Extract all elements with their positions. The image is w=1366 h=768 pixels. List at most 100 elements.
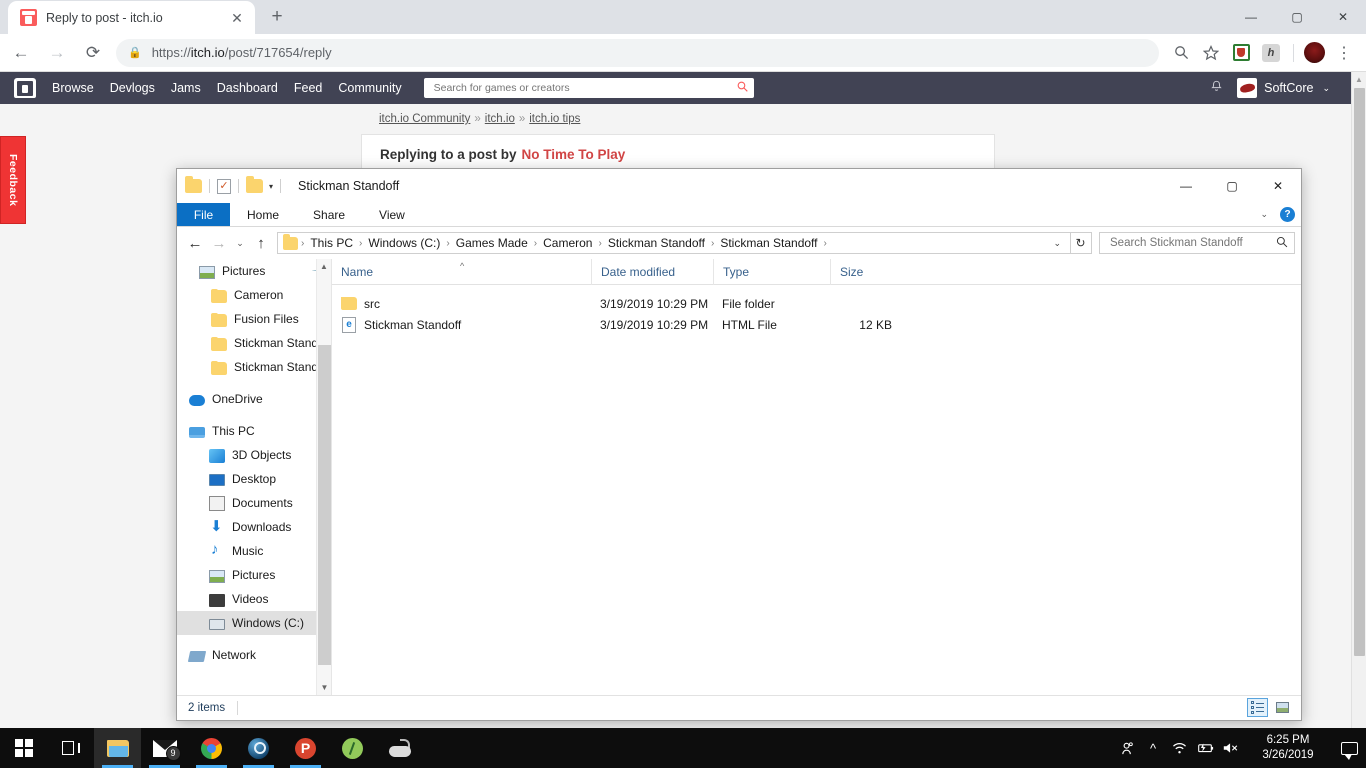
start-button[interactable]	[0, 728, 47, 768]
recent-locations-icon[interactable]: ⌄	[231, 231, 249, 255]
explorer-search-box[interactable]	[1099, 232, 1295, 254]
site-search-box[interactable]	[423, 78, 754, 98]
steam-button[interactable]	[235, 728, 282, 768]
notification-bell-icon[interactable]	[1210, 80, 1223, 97]
reload-icon[interactable]: ⟳	[78, 38, 108, 68]
mail-button[interactable]: 9	[141, 728, 188, 768]
new-folder-icon[interactable]	[246, 176, 263, 193]
browser-tab[interactable]: Reply to post - itch.io ✕	[8, 1, 255, 34]
breadcrumb-path-bar[interactable]: › This PC › Windows (C:) › Games Made › …	[277, 232, 1071, 254]
nav-link-devlogs[interactable]: Devlogs	[110, 81, 155, 95]
tab-home[interactable]: Home	[230, 203, 296, 226]
file-explorer-button[interactable]	[94, 728, 141, 768]
forward-icon[interactable]: →	[42, 38, 72, 68]
chrome-menu-icon[interactable]: ⋮	[1330, 39, 1358, 67]
crumb-stickman-standoff-1[interactable]: Stickman Standoff	[605, 236, 708, 250]
taskbar-clock[interactable]: 6:25 PM 3/26/2019	[1244, 728, 1332, 768]
file-list-view[interactable]: Name ^ Date modified Type Size src 3/19/…	[332, 258, 1301, 695]
explorer-title-bar[interactable]: ✓ ▾ Stickman Standoff — ▢ ✕	[177, 169, 1301, 203]
sidebar-item-fusion-files[interactable]: Fusion Files	[177, 307, 331, 331]
navigation-pane-scrollbar[interactable]: ▲ ▼	[316, 259, 331, 695]
task-view-button[interactable]	[47, 728, 94, 768]
chevron-down-icon[interactable]: ⌄	[1260, 209, 1268, 220]
sidebar-item-windows-c[interactable]: Windows (C:)	[177, 611, 331, 635]
nav-link-feed[interactable]: Feed	[294, 81, 323, 95]
user-name-label[interactable]: SoftCore	[1264, 81, 1313, 95]
close-icon[interactable]: ✕	[227, 8, 247, 28]
new-tab-button[interactable]: +	[263, 3, 291, 31]
maximize-icon[interactable]: ▢	[1274, 0, 1320, 34]
crumb-stickman-standoff-2[interactable]: Stickman Standoff	[717, 236, 820, 250]
sidebar-item-stickman-standoff-1[interactable]: Stickman Standoff	[177, 331, 331, 355]
nav-link-browse[interactable]: Browse	[52, 81, 94, 95]
tab-view[interactable]: View	[362, 203, 422, 226]
battery-icon[interactable]	[1192, 728, 1218, 768]
help-icon[interactable]: ?	[1280, 207, 1295, 222]
paint-dot-net-button[interactable]: P	[282, 728, 329, 768]
breadcrumb-item-community[interactable]: itch.io Community	[379, 113, 470, 125]
sidebar-item-documents[interactable]: Documents	[177, 491, 331, 515]
scroll-down-icon[interactable]: ▼	[317, 680, 331, 695]
scroll-up-icon[interactable]: ▲	[1352, 72, 1366, 86]
volume-muted-icon[interactable]	[1218, 728, 1244, 768]
tab-file[interactable]: File	[177, 203, 230, 226]
minimize-icon[interactable]: —	[1228, 0, 1274, 34]
h-extension-icon[interactable]: h	[1257, 39, 1285, 67]
action-center-button[interactable]	[1332, 728, 1366, 768]
forward-icon[interactable]: →	[207, 231, 231, 255]
gamepad-app-button[interactable]	[376, 728, 423, 768]
search-input[interactable]	[431, 81, 737, 95]
sidebar-item-music[interactable]: Music	[177, 539, 331, 563]
minimize-icon[interactable]: —	[1163, 169, 1209, 203]
profile-avatar[interactable]	[1300, 39, 1328, 67]
large-icons-view-icon[interactable]	[1272, 698, 1293, 717]
show-hidden-icons-icon[interactable]: ^	[1140, 728, 1166, 768]
sidebar-item-downloads[interactable]: Downloads	[177, 515, 331, 539]
breadcrumb-item-itchio[interactable]: itch.io	[485, 113, 515, 125]
sidebar-item-3d-objects[interactable]: 3D Objects	[177, 443, 331, 467]
ublock-extension-icon[interactable]	[1227, 39, 1255, 67]
search-icon[interactable]	[1167, 39, 1195, 67]
column-header-date-modified[interactable]: Date modified	[591, 258, 713, 285]
table-row[interactable]: src 3/19/2019 10:29 PM File folder	[332, 293, 1301, 314]
sidebar-item-onedrive[interactable]: OneDrive	[177, 387, 331, 411]
sidebar-item-pictures-quick[interactable]: Pictures 📌	[177, 259, 331, 283]
crumb-windows-c[interactable]: Windows (C:)	[365, 236, 443, 250]
reply-author-link[interactable]: No Time To Play	[522, 147, 626, 162]
refresh-icon[interactable]: ↻	[1070, 232, 1092, 254]
feedback-tab-button[interactable]: Feedback	[0, 136, 26, 224]
sidebar-item-cameron[interactable]: Cameron	[177, 283, 331, 307]
column-header-size[interactable]: Size	[830, 258, 904, 285]
address-bar[interactable]: 🔒 https://itch.io/post/717654/reply	[116, 38, 1159, 67]
back-icon[interactable]: ←	[183, 231, 207, 255]
itch-io-logo[interactable]	[14, 78, 36, 98]
breadcrumb-item-tips[interactable]: itch.io tips	[529, 113, 580, 125]
close-icon[interactable]: ✕	[1320, 0, 1366, 34]
scrollbar-thumb[interactable]	[1354, 88, 1365, 656]
folder-icon[interactable]	[185, 176, 202, 193]
close-icon[interactable]: ✕	[1255, 169, 1301, 203]
sidebar-item-this-pc[interactable]: This PC	[177, 419, 331, 443]
chevron-down-icon[interactable]: ▾	[269, 182, 273, 191]
crumb-this-pc[interactable]: This PC	[307, 236, 356, 250]
sidebar-item-pictures[interactable]: Pictures	[177, 563, 331, 587]
android-studio-button[interactable]	[329, 728, 376, 768]
up-icon[interactable]: ↑	[249, 231, 273, 255]
scrollbar-thumb[interactable]	[318, 345, 331, 665]
path-dropdown-icon[interactable]: ⌄	[1046, 238, 1068, 249]
sidebar-item-stickman-standoff-2[interactable]: Stickman Standoff	[177, 355, 331, 379]
chrome-button[interactable]	[188, 728, 235, 768]
back-icon[interactable]: ←	[6, 38, 36, 68]
page-scrollbar[interactable]: ▲	[1351, 72, 1366, 728]
crumb-games-made[interactable]: Games Made	[453, 236, 531, 250]
column-header-name[interactable]: Name ^	[332, 259, 591, 285]
sidebar-item-desktop[interactable]: Desktop	[177, 467, 331, 491]
nav-link-dashboard[interactable]: Dashboard	[217, 81, 278, 95]
wifi-icon[interactable]	[1166, 728, 1192, 768]
nav-link-jams[interactable]: Jams	[171, 81, 201, 95]
nav-link-community[interactable]: Community	[338, 81, 401, 95]
chevron-down-icon[interactable]: ⌄	[1322, 83, 1330, 94]
sidebar-item-videos[interactable]: Videos	[177, 587, 331, 611]
search-icon[interactable]	[737, 81, 748, 95]
avatar[interactable]	[1237, 78, 1258, 98]
